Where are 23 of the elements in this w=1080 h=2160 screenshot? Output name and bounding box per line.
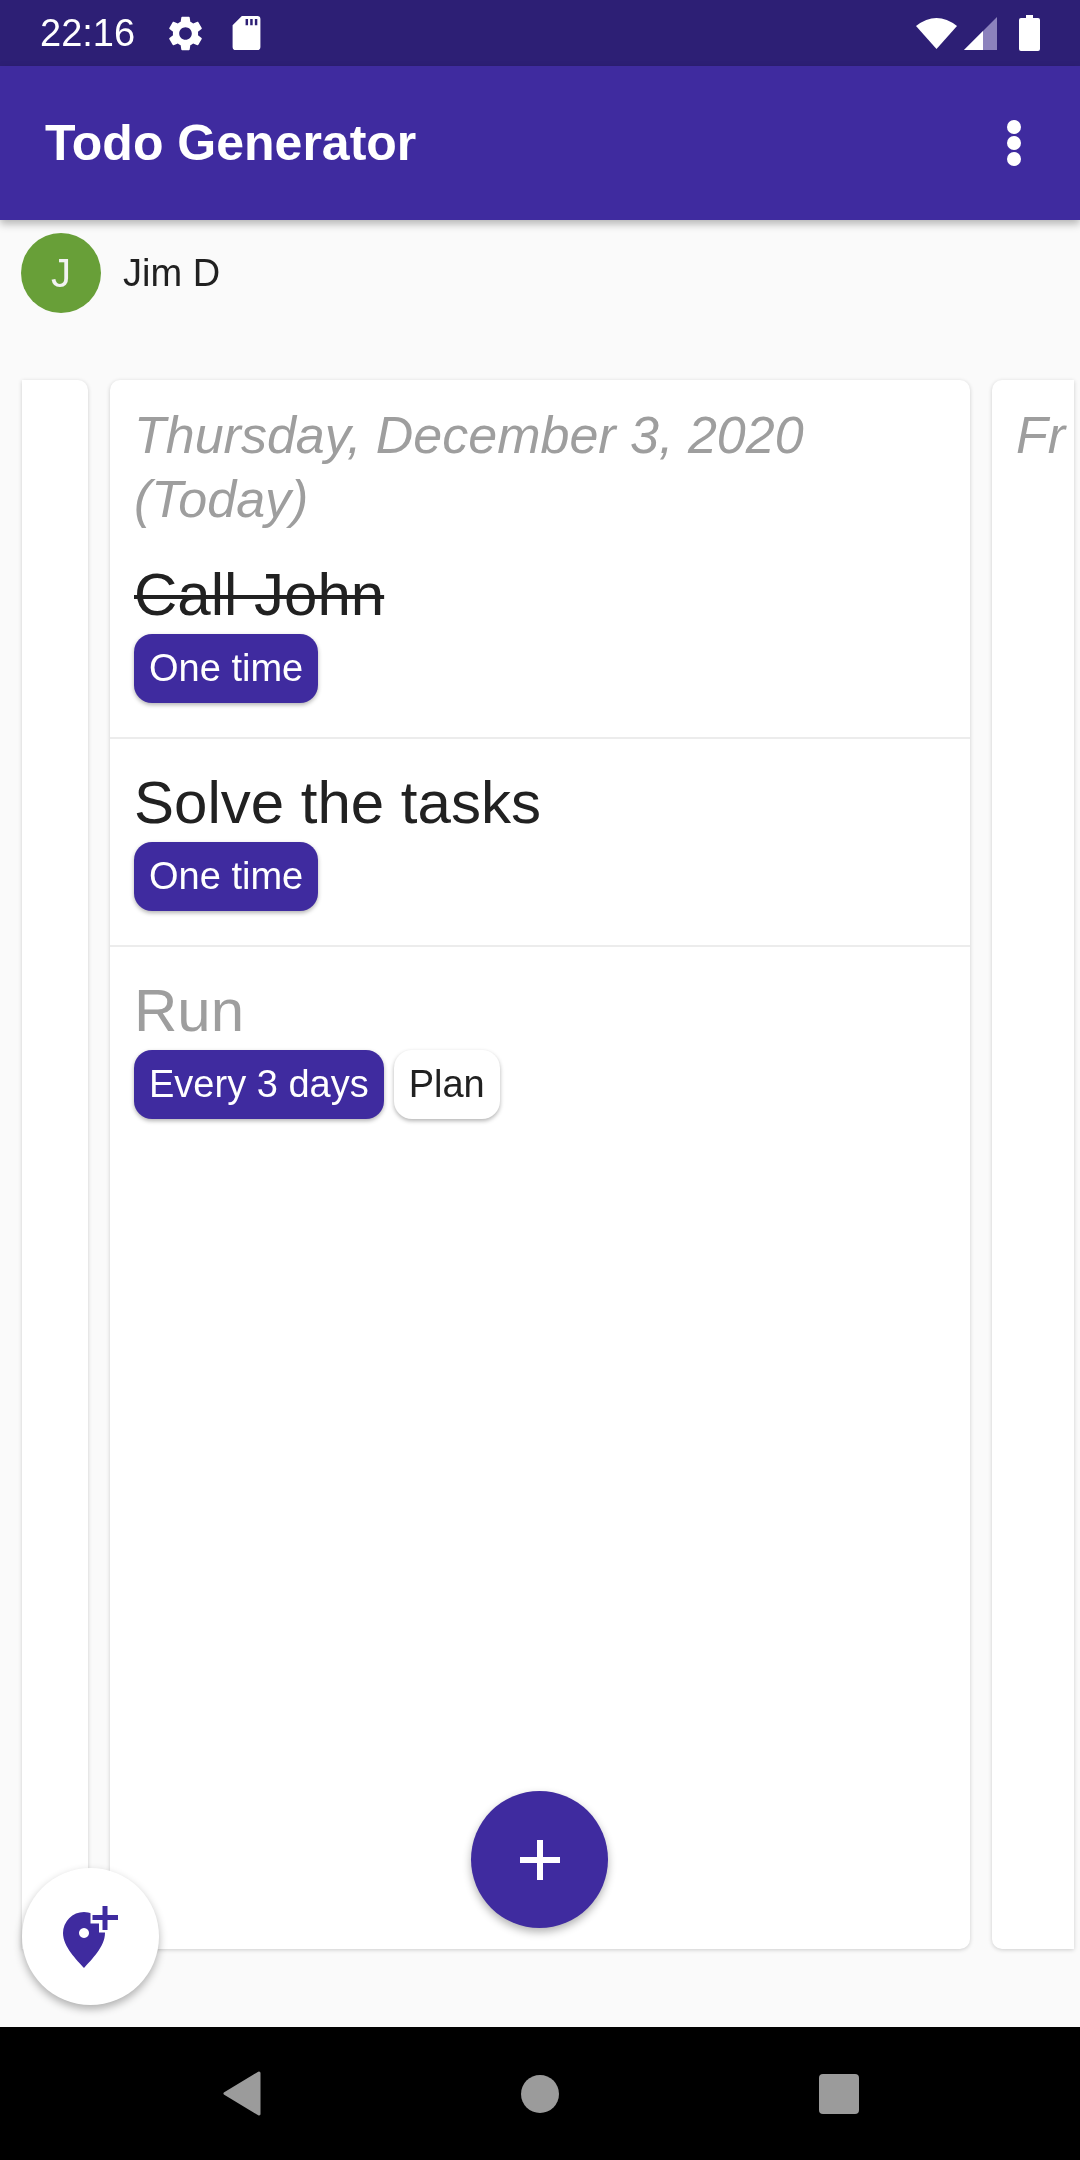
wifi-icon: [916, 17, 957, 49]
todo-title: Call John: [134, 560, 385, 630]
app-title: Todo Generator: [45, 114, 417, 173]
back-icon[interactable]: [221, 2071, 261, 2116]
sd-card-icon: [232, 16, 262, 50]
settings-icon: [168, 15, 204, 51]
signal-icon: [964, 16, 997, 50]
user-name: Jim D: [123, 251, 221, 296]
home-icon[interactable]: [520, 2074, 559, 2113]
recents-icon[interactable]: [818, 2073, 859, 2114]
recurrence-tag: One time: [134, 634, 319, 703]
recurrence-tag: Every 3 days: [134, 1050, 384, 1119]
plus-icon: [519, 1839, 560, 1880]
user-avatar: J: [21, 233, 101, 313]
todo-title: Run: [134, 976, 245, 1046]
day-heading: Thursday, December 3, 2020 (Today): [134, 405, 805, 530]
more-options-icon[interactable]: [1007, 120, 1021, 166]
pin-plus-icon: [62, 1905, 119, 1968]
day-heading: Fr: [1016, 405, 1066, 466]
status-time: 22:16: [40, 11, 136, 55]
todo-title: Solve the tasks: [134, 768, 541, 838]
recurrence-tag: One time: [134, 842, 319, 911]
battery-icon: [1019, 15, 1040, 51]
